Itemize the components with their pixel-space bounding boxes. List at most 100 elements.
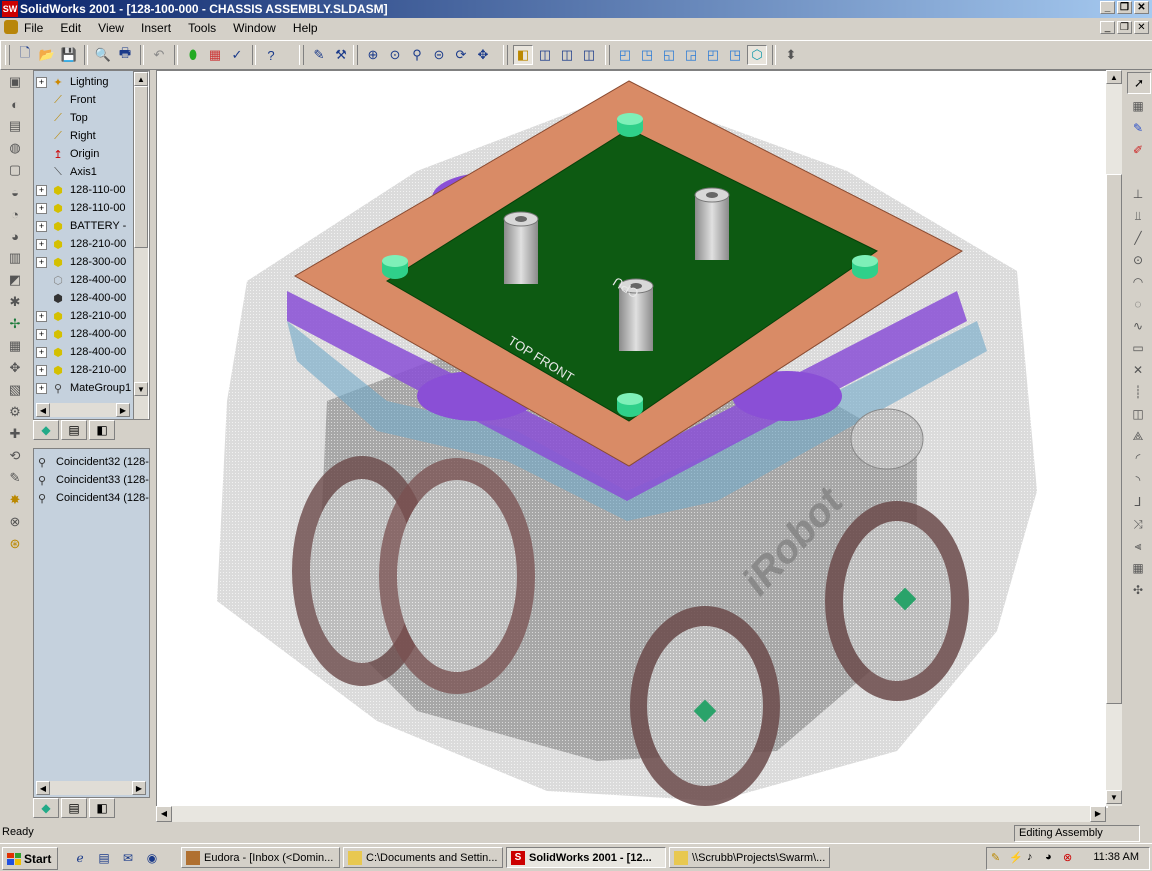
scroll-left-arrow-icon[interactable]: ◀ xyxy=(156,806,172,822)
mirror-sketch-icon[interactable]: ⫷ xyxy=(1127,536,1149,556)
scroll-left-arrow-icon[interactable]: ◀ xyxy=(36,781,50,795)
rotate-icon[interactable]: ⟳ xyxy=(451,45,471,65)
menu-edit[interactable]: Edit xyxy=(60,21,81,35)
scroll-right-arrow-icon[interactable]: ▶ xyxy=(116,403,130,417)
scroll-down-arrow-icon[interactable]: ▼ xyxy=(1106,790,1122,804)
expand-plus-icon[interactable]: + xyxy=(36,346,47,358)
sweep-icon[interactable]: ▤ xyxy=(4,116,26,136)
menu-view[interactable]: View xyxy=(98,21,124,35)
tree-item[interactable]: + ⬢ 128-400-00 xyxy=(36,325,126,343)
graphics-viewport[interactable]: TOP FRONT CPU iRobot xyxy=(156,70,1108,808)
toolbar-grip[interactable] xyxy=(353,45,358,65)
right-view-icon[interactable]: ◲ xyxy=(681,45,701,65)
expand-plus-icon[interactable]: + xyxy=(36,310,47,322)
taskbar-item-solidworks[interactable]: S SolidWorks 2001 - [12... xyxy=(506,847,666,868)
tree-item[interactable]: + ⬢ 128-400-00 xyxy=(36,343,126,361)
convert-entities-icon[interactable]: ◫ xyxy=(1127,404,1149,424)
zoom-selection-icon[interactable]: ⊝ xyxy=(429,45,449,65)
extrude-icon[interactable]: ▣ xyxy=(4,72,26,92)
tree-horizontal-scrollbar[interactable]: ◀ ▶ xyxy=(36,403,130,417)
toolbar-grip[interactable] xyxy=(503,45,508,65)
offset-entities-icon[interactable]: ⟁ xyxy=(1127,426,1149,446)
tree-vertical-scrollbar[interactable]: ▲ ▼ xyxy=(133,71,149,419)
tree-item[interactable]: + ⬢ 128-210-00 xyxy=(36,307,126,325)
tree-item[interactable]: ↥ Origin xyxy=(36,145,99,163)
left-view-icon[interactable]: ◱ xyxy=(659,45,679,65)
menu-window[interactable]: Window xyxy=(233,21,276,35)
edit-component-icon[interactable]: ⊛ xyxy=(4,534,26,554)
expand-plus-icon[interactable]: + xyxy=(36,202,47,214)
sketch-chamfer-icon[interactable]: ◝ xyxy=(1127,470,1149,490)
scroll-thumb[interactable] xyxy=(1106,174,1122,704)
close-button[interactable]: ✕ xyxy=(1134,1,1149,14)
centerpoint-arc-icon[interactable]: ◠ xyxy=(1127,272,1149,292)
solidworks-app-icon[interactable]: SW xyxy=(2,1,18,17)
viewport-vertical-scrollbar[interactable]: ▲ ▼ xyxy=(1106,70,1122,806)
scroll-right-arrow-icon[interactable]: ▶ xyxy=(132,781,146,795)
hide-show-icon[interactable]: ✎ xyxy=(4,468,26,488)
tree-item[interactable]: ⟋ Right xyxy=(36,127,96,145)
scroll-down-arrow-icon[interactable]: ▼ xyxy=(134,382,148,396)
expand-plus-icon[interactable]: + xyxy=(36,220,47,232)
save-icon[interactable]: 💾 xyxy=(59,45,79,65)
start-button[interactable]: Start xyxy=(2,847,58,870)
print-icon[interactable]: 🖶 xyxy=(115,45,135,65)
tree-item[interactable]: + ⬢ 128-300-00 xyxy=(36,253,126,271)
scroll-right-arrow-icon[interactable]: ▶ xyxy=(1090,806,1106,822)
tab-property-manager-lower[interactable]: ▤ xyxy=(61,798,87,818)
tree-item[interactable]: + ⚲ MateGroup1 xyxy=(36,379,131,397)
smart-mate-icon[interactable]: ⚒ xyxy=(331,45,351,65)
list-item[interactable]: ⚲ Coincident32 (128- xyxy=(38,453,149,471)
open-icon[interactable]: 📂 xyxy=(37,45,57,65)
grid-icon[interactable]: ▦ xyxy=(1127,96,1149,116)
front-view-icon[interactable]: ◰ xyxy=(615,45,635,65)
feature-manager-tree[interactable]: + ✦ Lighting ⟋ Front ⟋ Top ⟋ Right ↥ Origin ⟍ Axis1 +… xyxy=(33,70,150,420)
mirror-icon[interactable]: ✥ xyxy=(4,358,26,378)
expand-plus-icon[interactable]: + xyxy=(36,76,47,88)
shaded-edges-icon[interactable]: ◫ xyxy=(579,45,599,65)
shell-icon[interactable]: ▥ xyxy=(4,248,26,268)
tree-item[interactable]: ⬢ 128-400-00 xyxy=(36,289,126,307)
sketch-icon[interactable]: ✎ xyxy=(309,45,329,65)
tab-property-manager[interactable]: ▤ xyxy=(61,420,87,440)
ie-quicklaunch-icon[interactable]: ℯ xyxy=(72,850,88,866)
mates-horizontal-scrollbar[interactable]: ◀ ▶ xyxy=(36,781,146,795)
browser-quicklaunch-icon[interactable]: ◉ xyxy=(144,850,160,866)
undo-icon[interactable]: ↶ xyxy=(149,45,169,65)
cow-tray-icon[interactable]: ◕ xyxy=(1045,851,1052,863)
tree-item[interactable]: + ⬢ 128-110-00 xyxy=(36,199,125,217)
interference-icon[interactable]: ⊗ xyxy=(4,512,26,532)
whats-this-icon[interactable]: ? xyxy=(261,45,281,65)
document-menu-icon[interactable] xyxy=(4,20,18,34)
pencil-tray-icon[interactable]: ✎ xyxy=(991,851,1000,864)
color-palette-icon[interactable]: ▦ xyxy=(205,45,225,65)
cut-revolve-icon[interactable]: ◒ xyxy=(4,182,26,202)
tab-feature-manager[interactable]: ◆ xyxy=(33,420,59,440)
viewport-horizontal-scrollbar[interactable]: ◀ ▶ xyxy=(156,806,1106,822)
list-item[interactable]: ⚲ Coincident34 (128- xyxy=(38,489,149,507)
tree-item[interactable]: ⬡ 128-400-00 xyxy=(36,271,126,289)
toolbar-grip[interactable] xyxy=(605,45,610,65)
scroll-thumb[interactable] xyxy=(134,86,148,248)
expand-plus-icon[interactable]: + xyxy=(36,364,47,376)
chassis-assembly-model[interactable]: TOP FRONT CPU iRobot xyxy=(157,71,1107,807)
mate-icon[interactable]: ⚙ xyxy=(4,402,26,422)
cut-extrude-icon[interactable]: ▢ xyxy=(4,160,26,180)
dimension-icon[interactable]: ✐ xyxy=(1127,140,1149,160)
tree-item[interactable]: + ⬢ 128-210-00 xyxy=(36,235,126,253)
expand-plus-icon[interactable]: + xyxy=(36,382,47,394)
doc-restore-button[interactable]: ❐ xyxy=(1117,21,1132,34)
print-preview-icon[interactable]: 🔍 xyxy=(93,45,113,65)
hidden-lines-removed-icon[interactable]: ◫ xyxy=(557,45,577,65)
zoom-fit-icon[interactable]: ⊕ xyxy=(363,45,383,65)
sketch-fillet-icon[interactable]: ◜ xyxy=(1127,448,1149,468)
fillet-icon[interactable]: ◔ xyxy=(4,204,26,224)
new-icon[interactable]: 🗋 xyxy=(15,45,35,65)
rib-icon[interactable]: ✱ xyxy=(4,292,26,312)
mates-panel[interactable]: ⚲ Coincident32 (128- ⚲ Coincident33 (128… xyxy=(33,448,150,798)
menu-insert[interactable]: Insert xyxy=(141,21,171,35)
expand-plus-icon[interactable]: + xyxy=(36,256,47,268)
tree-item[interactable]: + ✦ Lighting xyxy=(36,73,109,91)
tab-configuration-manager-lower[interactable]: ◧ xyxy=(89,798,115,818)
tree-item[interactable]: ⟍ Axis1 xyxy=(36,163,97,181)
